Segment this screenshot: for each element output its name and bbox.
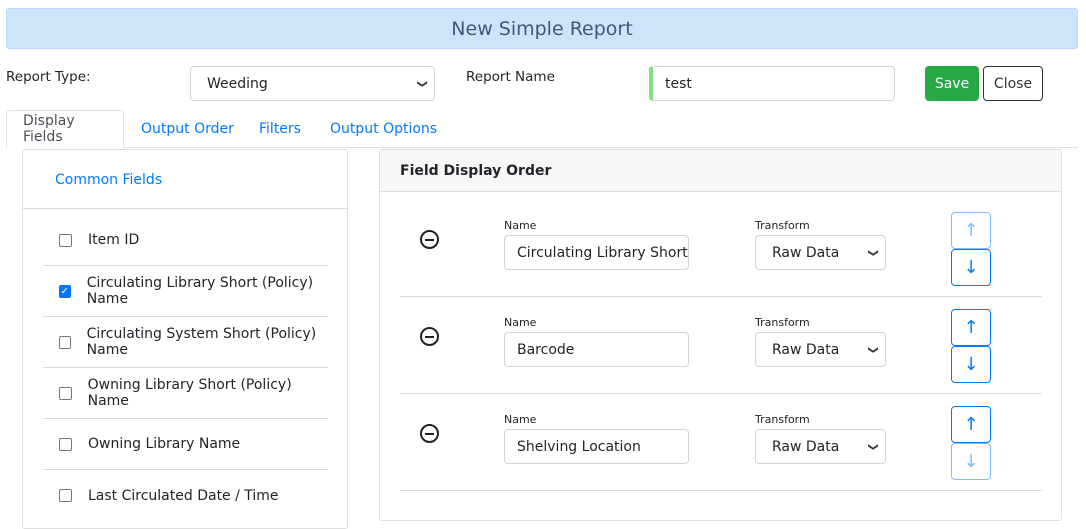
field-label: Circulating Library Short (Policy) Name xyxy=(86,275,314,307)
tab-display-fields[interactable]: Display Fields xyxy=(6,110,124,148)
list-item[interactable]: Last Circulated Date / Time xyxy=(43,470,328,521)
transform-select[interactable]: Raw Data ❯ xyxy=(755,429,886,464)
transform-label: Transform xyxy=(755,219,810,232)
checkbox[interactable] xyxy=(59,437,72,451)
transform-select[interactable]: Raw Data ❯ xyxy=(755,332,886,367)
report-name-label: Report Name xyxy=(466,69,555,85)
transform-label: Transform xyxy=(755,413,810,426)
panel-title: Field Display Order xyxy=(380,150,1061,192)
checkbox[interactable] xyxy=(59,489,72,502)
field-label: Last Circulated Date / Time xyxy=(88,487,279,504)
report-name-input[interactable]: test xyxy=(649,66,895,101)
report-type-select[interactable]: Weeding ❯ xyxy=(190,66,435,101)
remove-circle-icon[interactable] xyxy=(420,230,439,249)
list-item[interactable]: Circulating System Short (Policy) Name xyxy=(43,317,328,368)
save-button[interactable]: Save xyxy=(925,66,979,101)
checkbox[interactable] xyxy=(59,335,71,349)
list-item[interactable]: Owning Library Short (Policy) Name xyxy=(43,368,328,419)
move-down-button[interactable]: ↓ xyxy=(951,443,991,480)
checkbox-checked[interactable]: ✓ xyxy=(59,284,71,298)
chevron-down-icon: ❯ xyxy=(867,442,879,451)
remove-circle-icon[interactable] xyxy=(420,424,439,443)
name-label: Name xyxy=(504,413,537,426)
close-button[interactable]: Close xyxy=(983,66,1043,101)
report-type-value: Weeding xyxy=(207,75,268,92)
list-item[interactable]: ✓ Circulating Library Short (Policy) Name xyxy=(43,266,328,317)
field-row: Name Shelving Location Transform Raw Dat… xyxy=(400,394,1042,491)
list-item[interactable]: Item ID xyxy=(43,215,328,266)
report-type-label: Report Type: xyxy=(6,69,91,85)
transform-value: Raw Data xyxy=(772,341,840,358)
remove-circle-icon[interactable] xyxy=(420,327,439,346)
move-down-button[interactable]: ↓ xyxy=(951,346,991,383)
transform-select[interactable]: Raw Data ❯ xyxy=(755,235,886,270)
field-row: Name Circulating Library Short ( Transfo… xyxy=(400,200,1042,297)
name-label: Name xyxy=(504,219,537,232)
field-label: Circulating System Short (Policy) Name xyxy=(86,326,317,358)
move-down-button[interactable]: ↓ xyxy=(951,249,991,286)
transform-value: Raw Data xyxy=(772,244,840,261)
arrow-up-icon: ↑ xyxy=(963,317,979,338)
field-name-input[interactable]: Barcode xyxy=(504,332,689,367)
field-name-input[interactable]: Shelving Location xyxy=(504,429,689,464)
page-title: New Simple Report xyxy=(6,8,1078,49)
arrow-down-icon: ↓ xyxy=(963,257,979,278)
transform-label: Transform xyxy=(755,316,810,329)
arrow-up-icon: ↑ xyxy=(963,414,979,435)
move-up-button[interactable]: ↑ xyxy=(951,212,991,249)
arrow-down-icon: ↓ xyxy=(963,451,979,472)
checkbox[interactable] xyxy=(59,386,72,400)
tab-filters[interactable]: Filters xyxy=(243,110,317,148)
list-item[interactable]: Owning Library Name xyxy=(43,419,328,470)
field-row: Name Barcode Transform Raw Data ❯ ↑ ↓ xyxy=(400,297,1042,394)
arrow-down-icon: ↓ xyxy=(963,354,979,375)
field-label: Owning Library Short (Policy) Name xyxy=(87,377,292,409)
field-name-input[interactable]: Circulating Library Short ( xyxy=(504,235,689,270)
checkbox[interactable] xyxy=(59,233,72,247)
arrow-up-icon: ↑ xyxy=(963,220,979,241)
common-fields-panel: Common Fields Item ID ✓ Circulating Libra… xyxy=(22,149,348,529)
field-label: Item ID xyxy=(88,232,140,248)
name-label: Name xyxy=(504,316,537,329)
move-up-button[interactable]: ↑ xyxy=(951,309,991,346)
tab-output-order[interactable]: Output Order xyxy=(125,110,250,148)
move-up-button[interactable]: ↑ xyxy=(951,406,991,443)
transform-value: Raw Data xyxy=(772,438,840,455)
chevron-down-icon: ❯ xyxy=(867,248,879,257)
chevron-down-icon: ❯ xyxy=(867,345,879,354)
tab-output-options[interactable]: Output Options xyxy=(314,110,453,148)
field-display-order-panel: Field Display Order Name Circulating Lib… xyxy=(379,149,1062,521)
common-fields-link[interactable]: Common Fields xyxy=(55,172,162,188)
field-label: Owning Library Name xyxy=(88,436,241,452)
chevron-down-icon: ❯ xyxy=(416,79,428,88)
